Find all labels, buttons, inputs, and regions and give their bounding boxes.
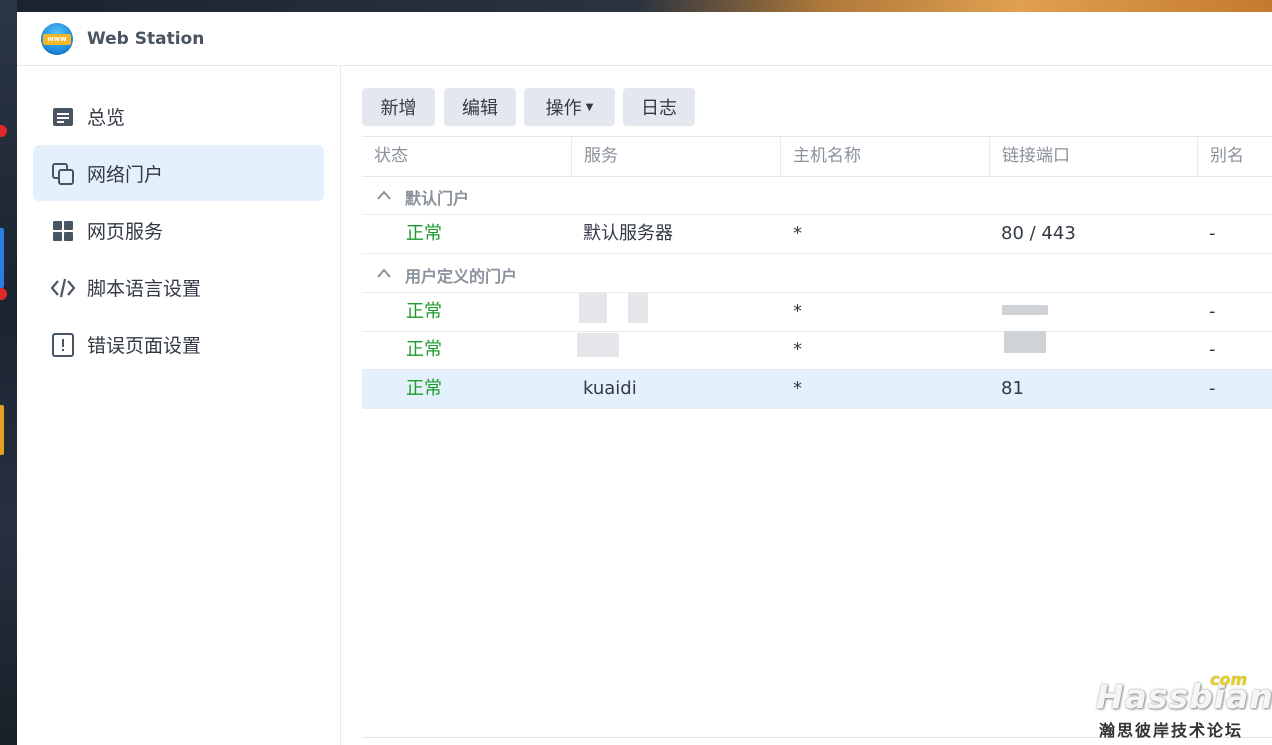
app-icon-label: www (43, 34, 71, 45)
notification-badge (0, 288, 7, 300)
redacted-service (628, 293, 648, 323)
sidebar-item-web-portal[interactable]: 网络门户 (33, 145, 324, 201)
sidebar-item-web-service[interactable]: 网页服务 (33, 202, 324, 258)
sidebar-item-label: 网络门户 (87, 163, 164, 186)
web-station-app-icon: www (41, 23, 73, 55)
overview-icon (53, 108, 73, 126)
redacted-service (579, 293, 607, 323)
alias-cell: - (1209, 378, 1216, 399)
sidebar-item-label: 脚本语言设置 (87, 277, 202, 300)
host-cell: * (793, 339, 802, 360)
redacted-port (1004, 331, 1046, 353)
sidebar: 总览 网络门户 网页服务 脚本语言设置 错误页面设置 (17, 66, 341, 745)
sidebar-item-error-page[interactable]: 错误页面设置 (33, 316, 324, 372)
web-station-window: www Web Station 总览 网络门户 网页服务 脚本语言设置 错误页面… (17, 12, 1272, 745)
web-service-icon (53, 221, 73, 241)
web-portal-icon (52, 163, 74, 185)
group-label: 默认门户 (405, 189, 470, 208)
table-row[interactable]: 正常 * - (362, 293, 1272, 332)
action-dropdown-button[interactable]: 操作 ▼ (524, 88, 615, 126)
column-header-alias[interactable]: 别名 (1198, 137, 1272, 176)
host-cell: * (793, 378, 802, 399)
desktop-app-icon[interactable] (0, 405, 4, 455)
column-header-status[interactable]: 状态 (362, 137, 572, 176)
create-button-label: 新增 (380, 98, 417, 119)
main-panel: 新增 编辑 操作 ▼ 日志 状态 服务 主机名称 链接端口 别名 默认门户 正常… (341, 66, 1272, 745)
sidebar-item-label: 错误页面设置 (87, 334, 202, 357)
alias-cell: - (1209, 301, 1216, 322)
status-cell: 正常 (406, 339, 442, 360)
sidebar-item-script-language[interactable]: 脚本语言设置 (33, 259, 324, 315)
alias-cell: - (1209, 223, 1216, 244)
error-page-icon (52, 333, 74, 357)
sidebar-item-label: 网页服务 (87, 220, 164, 243)
desktop-background-top (0, 0, 1272, 12)
host-cell: * (793, 301, 802, 322)
code-icon (51, 278, 75, 298)
sidebar-item-overview[interactable]: 总览 (33, 88, 324, 144)
group-row-default-portal[interactable]: 默认门户 (362, 176, 1272, 215)
title-bar[interactable]: www Web Station (17, 12, 1272, 66)
window-title: Web Station (87, 29, 205, 49)
watermark-subtitle: 瀚思彼岸技术论坛 (1099, 721, 1244, 740)
port-cell: 81 (1001, 378, 1024, 399)
create-button[interactable]: 新增 (362, 88, 435, 126)
edit-button-label: 编辑 (462, 98, 498, 119)
redacted-port (1002, 305, 1048, 315)
group-row-user-defined-portal[interactable]: 用户定义的门户 (362, 254, 1272, 293)
redacted-service (577, 333, 619, 357)
table-header: 状态 服务 主机名称 链接端口 别名 (362, 136, 1272, 177)
service-cell: kuaidi (583, 378, 637, 399)
host-cell: * (793, 223, 802, 244)
log-button[interactable]: 日志 (623, 88, 695, 126)
port-cell: 80 / 443 (1001, 223, 1076, 244)
watermark-tld: com (1210, 670, 1248, 689)
status-cell: 正常 (406, 223, 442, 244)
action-button-label: 操作 (545, 98, 582, 119)
column-header-service[interactable]: 服务 (572, 137, 781, 176)
table-row[interactable]: 正常 默认服务器 * 80 / 443 - (362, 215, 1272, 254)
edit-button[interactable]: 编辑 (444, 88, 516, 126)
table-row-selected[interactable]: 正常 kuaidi * 81 - (362, 370, 1272, 409)
desktop-app-icon[interactable] (0, 228, 4, 288)
column-header-port[interactable]: 链接端口 (990, 137, 1198, 176)
service-cell: 默认服务器 (583, 223, 673, 244)
desktop-background-left (0, 0, 17, 745)
log-button-label: 日志 (641, 98, 677, 119)
chevron-up-icon[interactable] (376, 267, 392, 279)
caret-down-icon: ▼ (585, 101, 594, 113)
chevron-up-icon[interactable] (376, 189, 392, 201)
sidebar-item-label: 总览 (87, 106, 126, 129)
table-row[interactable]: 正常 * - (362, 331, 1272, 370)
alias-cell: - (1209, 339, 1216, 360)
status-cell: 正常 (406, 378, 442, 399)
status-cell: 正常 (406, 301, 442, 322)
column-header-hostname[interactable]: 主机名称 (781, 137, 990, 176)
group-label: 用户定义的门户 (405, 267, 518, 286)
notification-badge (0, 125, 7, 137)
